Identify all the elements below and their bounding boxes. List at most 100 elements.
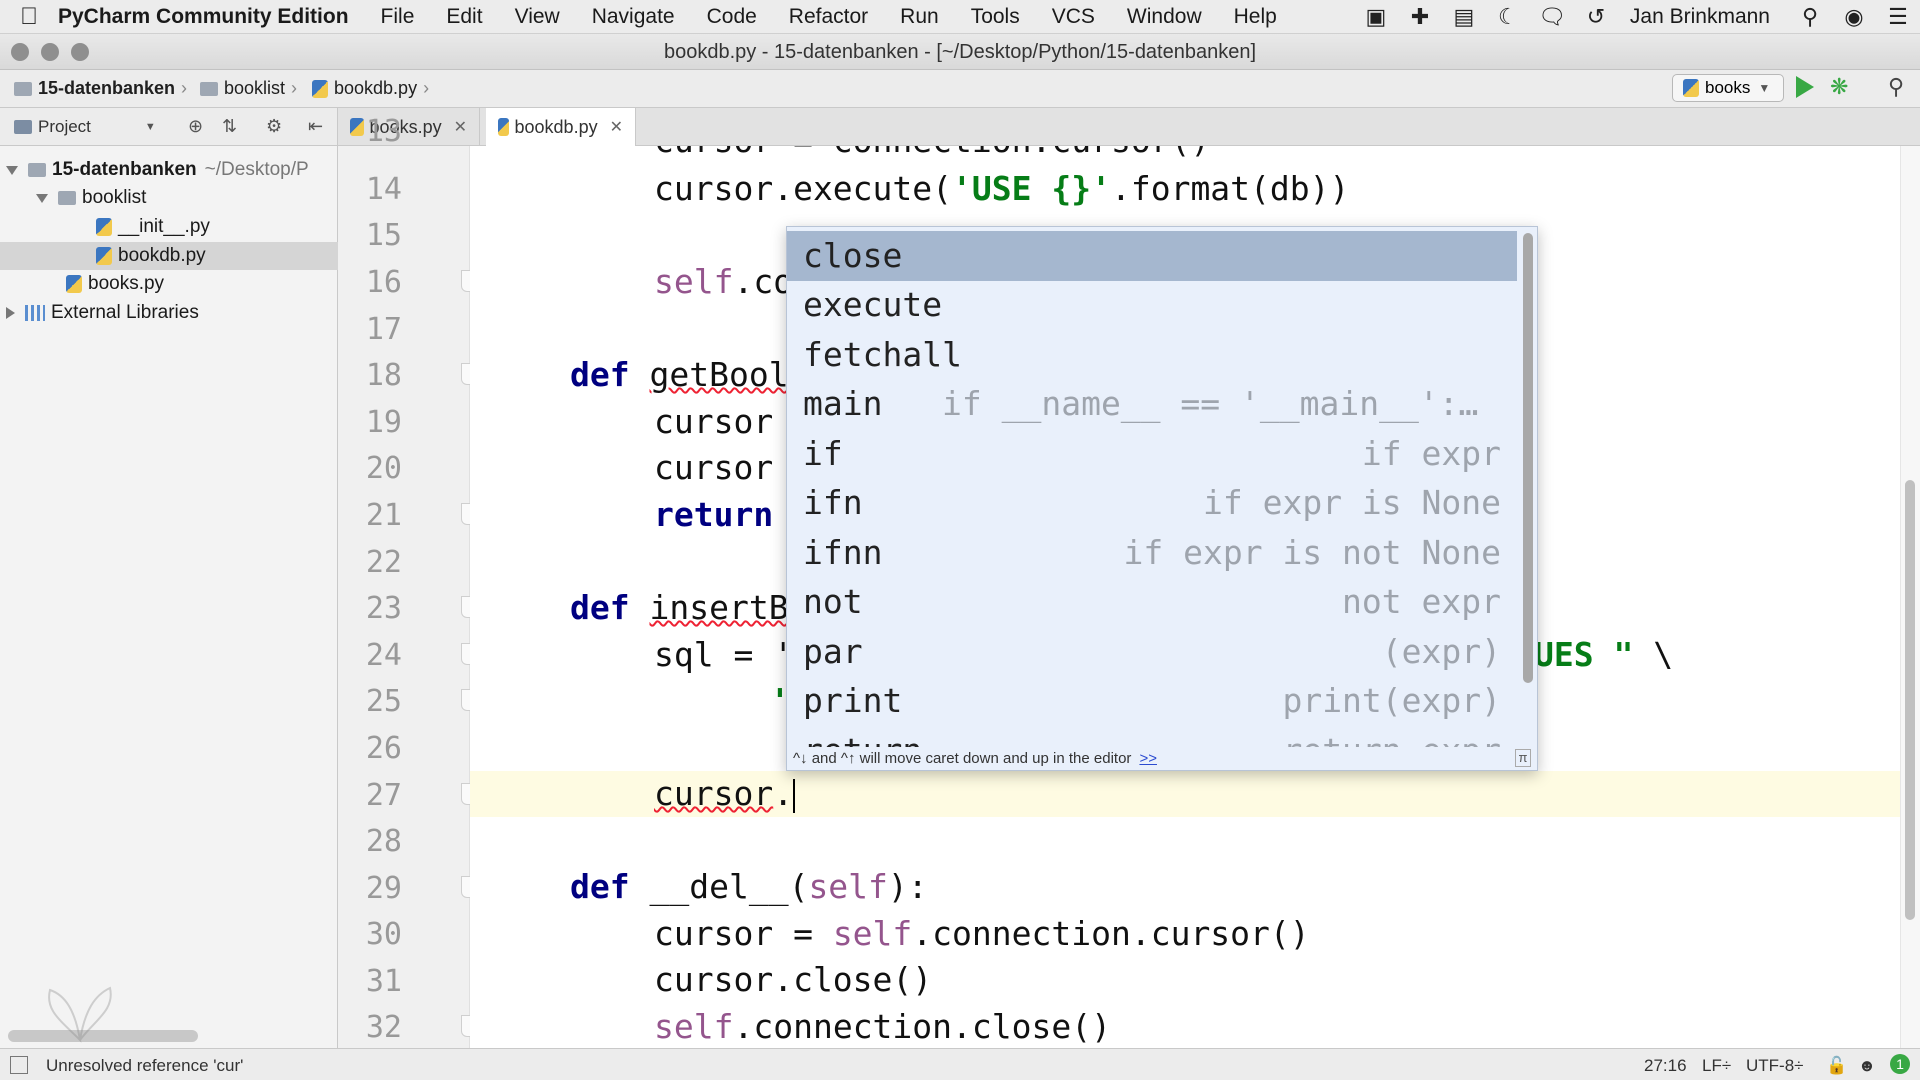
line-number: 25 xyxy=(365,684,402,719)
line-number: 15 xyxy=(365,218,402,253)
folder-icon xyxy=(28,163,46,177)
line-number: 13 xyxy=(365,114,402,149)
tree-item-bookdb-py[interactable]: bookdb.py xyxy=(0,242,338,270)
inspector-icon[interactable]: ☻ xyxy=(1858,1056,1876,1076)
tree-item-booklist[interactable]: booklist xyxy=(0,184,338,212)
locate-target-icon[interactable]: ⊕ xyxy=(188,116,203,137)
completion-item[interactable]: execute xyxy=(787,280,1517,330)
menu-view[interactable]: View xyxy=(515,5,560,29)
line-number: 19 xyxy=(365,405,402,440)
menu-run[interactable]: Run xyxy=(900,5,939,29)
project-tool-header: Project ▼ ⊕ ⇅ ⚙ ⇤ xyxy=(0,108,338,146)
gear-icon[interactable]: ⚙ xyxy=(266,116,282,137)
completion-item[interactable]: ifnn if expr is not None xyxy=(787,528,1517,578)
completion-scrollbar[interactable] xyxy=(1523,233,1533,683)
menubar-user[interactable]: Jan Brinkmann xyxy=(1630,5,1770,29)
completion-item[interactable]: not not expr xyxy=(787,577,1517,627)
caret-position[interactable]: 27:16 xyxy=(1644,1056,1687,1076)
chevron-down-icon: ▼ xyxy=(1758,81,1771,95)
project-view-selector[interactable]: Project ▼ xyxy=(14,117,156,137)
code-line-32: self.connection.close() xyxy=(654,1007,1111,1046)
line-number: 17 xyxy=(365,312,402,347)
editor-vertical-scrollbar[interactable] xyxy=(1905,480,1915,920)
line-number: 30 xyxy=(365,917,402,952)
text-caret xyxy=(793,778,796,813)
line-number: 16 xyxy=(365,265,402,300)
completion-footer: ^↓ and ^↑ will move caret down and up in… xyxy=(787,747,1537,770)
pin-icon[interactable]: π xyxy=(1515,749,1531,767)
window-title: bookdb.py - 15-datenbanken - [~/Desktop/… xyxy=(663,41,1257,63)
completion-item[interactable]: if if expr xyxy=(787,429,1517,479)
line-numbers: 13 14 15 16 17 18 19 20 21 22 23 24 25 2… xyxy=(338,114,481,1048)
notification-list-icon[interactable]: ☰ xyxy=(1884,4,1912,29)
completion-item[interactable]: print print(expr) xyxy=(787,676,1517,726)
debug-bug-icon[interactable]: ❋ xyxy=(1830,74,1848,100)
line-number: 26 xyxy=(365,731,402,766)
line-separator[interactable]: LF÷ xyxy=(1702,1056,1731,1076)
code-line-31: cursor.close() xyxy=(654,960,933,999)
menu-window[interactable]: Window xyxy=(1127,5,1202,29)
lock-icon[interactable]: 🔓 xyxy=(1826,1056,1847,1076)
completion-item[interactable]: par (expr) xyxy=(787,627,1517,677)
folder-icon xyxy=(58,191,76,205)
breadcrumb-project[interactable]: 15-datenbanken › xyxy=(14,78,195,99)
event-log-badge[interactable]: 1 xyxy=(1890,1054,1910,1074)
apple-icon[interactable]:  xyxy=(0,3,58,31)
tree-item-project-root[interactable]: 15-datenbanken ~/Desktop/P xyxy=(0,156,338,184)
plus-cross-icon[interactable]: ✚ xyxy=(1406,4,1434,29)
folder-icon xyxy=(200,81,218,96)
python-file-icon xyxy=(96,247,112,265)
time-machine-icon[interactable]: ↺ xyxy=(1582,4,1610,29)
menu-refactor[interactable]: Refactor xyxy=(789,5,868,29)
menu-file[interactable]: File xyxy=(381,5,415,29)
menu-tools[interactable]: Tools xyxy=(971,5,1020,29)
tree-item-books-py[interactable]: books.py xyxy=(0,270,338,298)
file-encoding[interactable]: UTF-8÷ xyxy=(1746,1056,1804,1076)
completion-item[interactable]: close xyxy=(787,231,1517,281)
camera-icon[interactable]: ▤ xyxy=(1450,4,1478,29)
chat-icon[interactable]: 🗨 xyxy=(1538,4,1566,29)
library-icon xyxy=(25,305,45,321)
tree-item-init-py[interactable]: __init__.py xyxy=(0,213,338,241)
run-button[interactable] xyxy=(1796,76,1814,98)
completion-footer-link[interactable]: >> xyxy=(1139,750,1157,767)
collapse-all-icon[interactable]: ⇅ xyxy=(222,116,237,137)
line-number: 22 xyxy=(365,545,402,580)
menu-app-name[interactable]: PyCharm Community Edition xyxy=(58,5,349,29)
completion-item[interactable]: ifn if expr is None xyxy=(787,478,1517,528)
breadcrumb-file[interactable]: bookdb.py › xyxy=(312,78,437,99)
menu-help[interactable]: Help xyxy=(1234,5,1277,29)
completion-item[interactable]: main if __name__ == '__main__':… xyxy=(787,379,1517,429)
window-titlebar: bookdb.py - 15-datenbanken - [~/Desktop/… xyxy=(0,34,1920,70)
status-message: Unresolved reference 'cur' xyxy=(46,1056,244,1075)
breadcrumb-package[interactable]: booklist › xyxy=(200,78,305,99)
expand-arrow-icon[interactable] xyxy=(6,165,18,175)
moon-icon[interactable]: ☾ xyxy=(1494,4,1522,29)
line-number: 20 xyxy=(365,451,402,486)
siri-icon[interactable]: ◉ xyxy=(1840,4,1868,29)
search-everywhere-icon[interactable]: ⚲ xyxy=(1888,74,1904,100)
line-number: 24 xyxy=(365,638,402,673)
collapse-arrow-icon[interactable] xyxy=(6,307,15,319)
menu-navigate[interactable]: Navigate xyxy=(592,5,675,29)
tab-bookdb-py[interactable]: bookdb.py ✕ xyxy=(486,108,636,146)
mac-menubar:  PyCharm Community Edition File Edit Vi… xyxy=(0,0,1920,34)
editor-tabs: books.py ✕ bookdb.py ✕ xyxy=(338,108,1920,146)
screencast-icon[interactable]: ▣ xyxy=(1362,4,1390,29)
code-line-27-current: cursor. xyxy=(470,771,1900,817)
butterfly-watermark-logo xyxy=(48,986,112,1043)
tree-item-external-libraries[interactable]: External Libraries xyxy=(0,299,338,327)
line-number: 14 xyxy=(365,172,402,207)
close-tab-icon[interactable]: ✕ xyxy=(454,117,467,137)
hide-panel-icon[interactable]: ⇤ xyxy=(308,116,323,137)
expand-arrow-icon[interactable] xyxy=(36,193,48,203)
menu-edit[interactable]: Edit xyxy=(446,5,482,29)
spotlight-search-icon[interactable]: ⚲ xyxy=(1796,4,1824,29)
run-configuration-select[interactable]: books ▼ xyxy=(1672,74,1784,102)
line-number: 21 xyxy=(365,498,402,533)
close-tab-icon[interactable]: ✕ xyxy=(610,117,623,137)
toggle-tool-windows-icon[interactable] xyxy=(10,1056,28,1074)
completion-item[interactable]: fetchall xyxy=(787,330,1517,380)
menu-vcs[interactable]: VCS xyxy=(1052,5,1095,29)
menu-code[interactable]: Code xyxy=(707,5,757,29)
